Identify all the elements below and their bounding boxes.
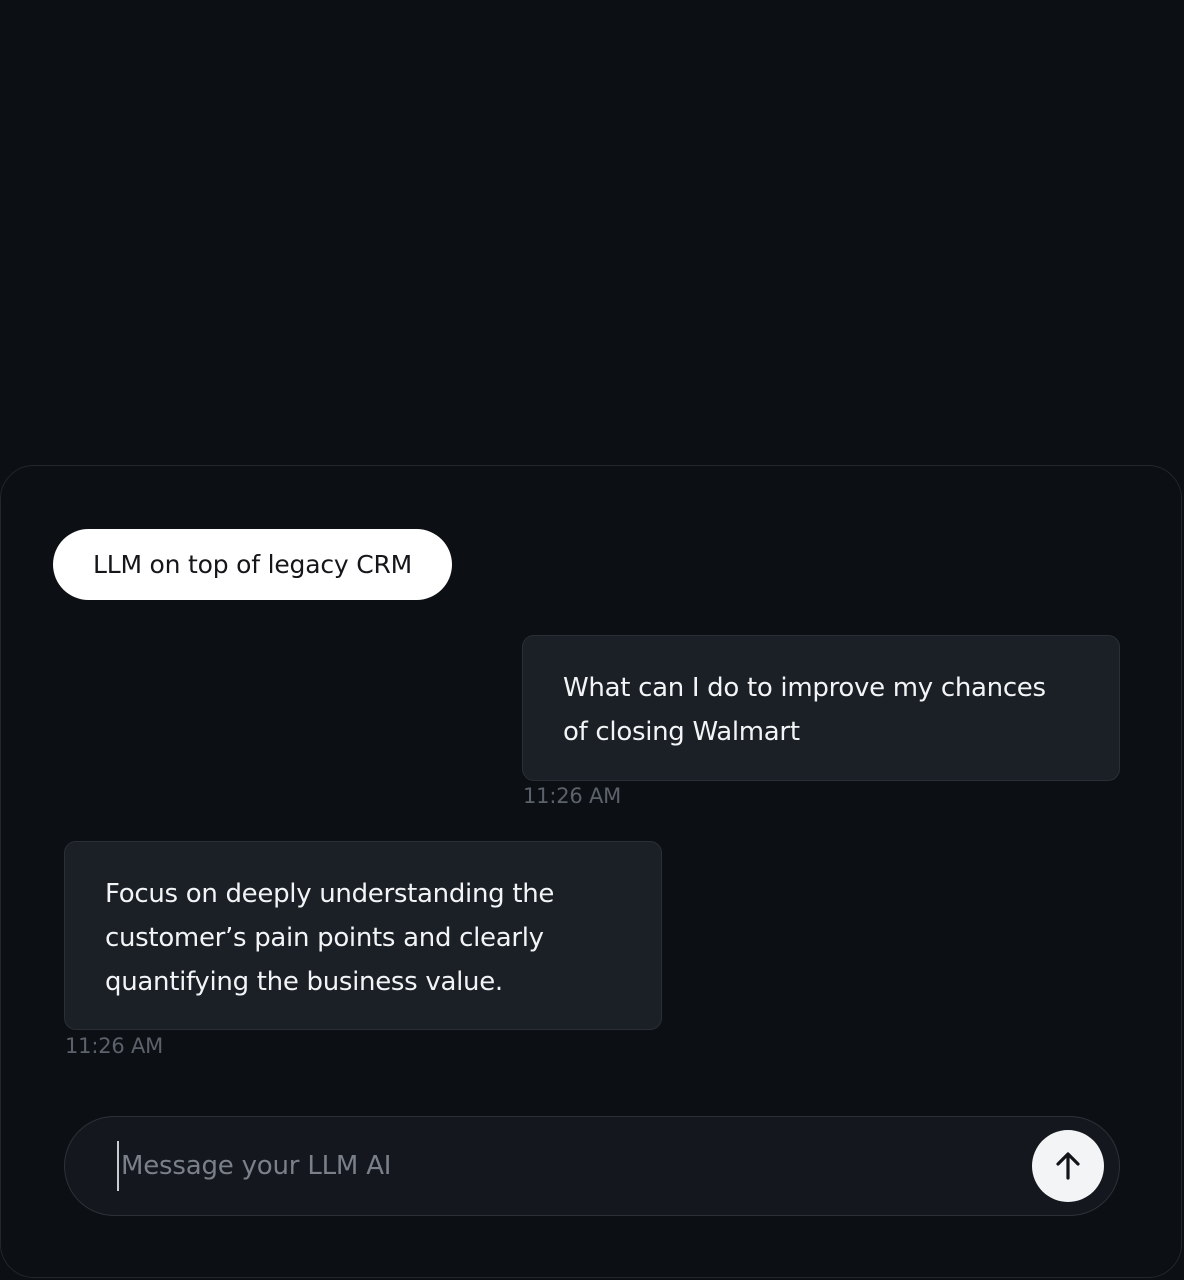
user-message-timestamp: 11:26 AM [523,784,622,808]
message-line: What can I do to improve my chances [563,673,1046,703]
message-composer [64,1116,1120,1216]
arrow-up-icon [1056,1152,1080,1180]
chat-panel: LLM on top of legacy CRM What can I do t… [0,465,1182,1278]
assistant-message-bubble: Focus on deeply understanding the custom… [64,841,662,1030]
message-line: quantifying the business value. [105,967,503,997]
empty-top-area [0,0,1184,465]
message-line: customer’s pain points and clearly [105,923,544,953]
message-line: Focus on deeply understanding the [105,879,555,909]
user-message-bubble: What can I do to improve my chances of c… [522,635,1120,781]
send-button[interactable] [1032,1130,1104,1202]
assistant-message-timestamp: 11:26 AM [65,1034,164,1058]
message-input[interactable] [117,1141,1021,1191]
message-line: of closing Walmart [563,717,800,747]
topic-chip[interactable]: LLM on top of legacy CRM [53,529,452,600]
